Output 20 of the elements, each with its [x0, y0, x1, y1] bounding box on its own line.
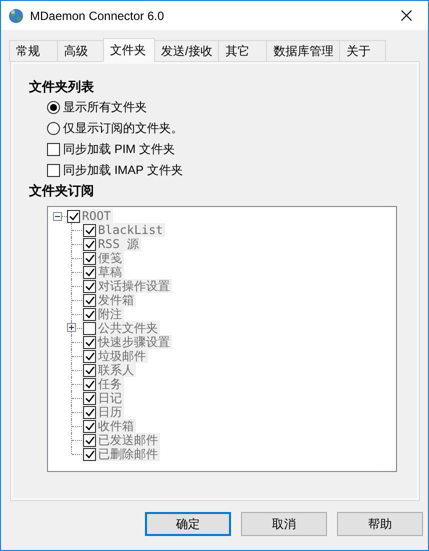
checkbox[interactable] [47, 143, 60, 156]
checkbox[interactable] [47, 164, 60, 177]
radio-button[interactable] [47, 122, 60, 135]
radio-button[interactable] [47, 101, 60, 114]
section-heading: 文件夹订阅 [29, 182, 95, 200]
dialog-button[interactable]: 确定 [145, 512, 231, 536]
tab[interactable]: 常规 [9, 40, 58, 62]
globe-icon [8, 8, 24, 24]
tab[interactable]: 文件夹 [103, 38, 155, 62]
option-label[interactable]: 同步加载 IMAP 文件夹 [63, 162, 183, 179]
close-icon[interactable] [400, 10, 412, 21]
section-heading: 文件夹列表 [29, 78, 95, 96]
dialog-button[interactable]: 取消 [241, 512, 327, 536]
option-label[interactable]: 同步加载 PIM 文件夹 [63, 141, 176, 158]
option-label[interactable]: 仅显示订阅的文件夹。 [63, 120, 183, 137]
window-title: MDaemon Connector 6.0 [30, 8, 166, 22]
dialog-button[interactable]: 帮助 [337, 512, 423, 536]
option-label[interactable]: 显示所有文件夹 [63, 99, 147, 116]
tab[interactable]: 发送/接收 [154, 40, 220, 62]
tab[interactable]: 关于 [339, 40, 386, 62]
